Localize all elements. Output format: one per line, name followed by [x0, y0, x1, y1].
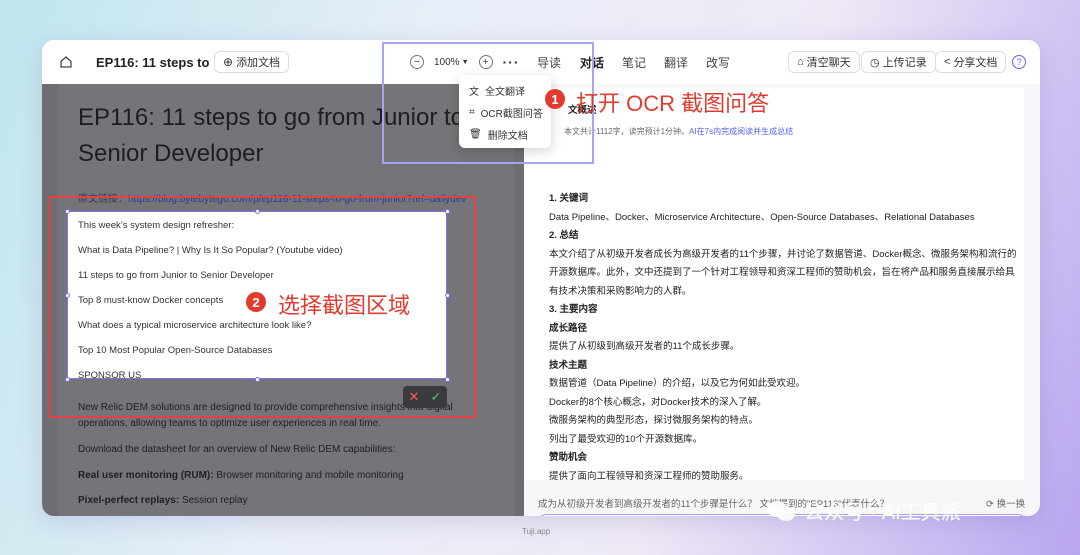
summary-line: 开源数据库。此外，文中还提到了一个针对工程领导和资深工程师的赞助机会，旨在将产品…	[549, 267, 1015, 278]
add-document-button[interactable]: ⊕ 添加文档	[214, 51, 290, 73]
wechat-icon	[767, 500, 795, 521]
clock-icon: ◷	[870, 56, 880, 69]
upload-record-button[interactable]: ◷ 上传记录	[861, 51, 936, 73]
menu-label: 全文翻译	[485, 87, 525, 98]
tech-line: 数据管道（Data Pipeline）的介绍，以及它为何如此受欢迎。	[549, 378, 806, 389]
menu-item-delete[interactable]: 🗑 删除文档	[469, 127, 528, 142]
plus-icon: ⊕	[223, 55, 234, 69]
help-glyph: ?	[1012, 55, 1026, 69]
keywords-text: Data Pipeline、Docker、Microservice Archit…	[549, 212, 975, 223]
upload-record-label: 上传记录	[882, 57, 927, 69]
watermark-text: 公众号 · AI工具派	[804, 502, 961, 524]
share-icon: <	[944, 56, 951, 68]
share-label: 分享文档	[953, 57, 998, 69]
summary-line: 有技术决策和采购影响力的人群。	[549, 286, 692, 297]
step2-annotation: 选择截图区域	[278, 293, 411, 318]
summary-line: 本文介绍了从初级开发者成长为高级开发者的11个步骤，并讨论了数据管道、Docke…	[549, 249, 1017, 260]
refresh-button[interactable]: ⟳ 换一换	[986, 496, 1025, 510]
refresh-icon: ⟳	[986, 499, 997, 510]
footer-tag: Tuji.app	[522, 527, 551, 536]
more-menu: 文全文翻译 ⌗ OCR截图问答 🗑 删除文档	[459, 75, 551, 148]
trash-icon: 🗑	[469, 129, 482, 140]
translate-icon: 文	[469, 87, 479, 98]
menu-label: 删除文档	[487, 131, 528, 142]
tech-line: 微服务架构的典型形态，探讨微服务架构的特点。	[549, 415, 759, 426]
chat-panel: 文概述 本文共计1112字，读完预计1分钟。AI在7s内完成阅读并生成总结 1.…	[524, 84, 1040, 516]
document-title: EP116: 11 steps to ...	[96, 54, 224, 70]
paragraph-datasheet: Download the datasheet for an overview o…	[78, 444, 396, 455]
rum-label: Real user monitoring (RUM):	[78, 470, 214, 481]
step-badge: 1	[545, 89, 565, 109]
paragraph-pixel: Pixel-perfect replays: Session replay	[78, 493, 498, 509]
paragraph-rum: Real user monitoring (RUM): Browser moni…	[78, 468, 498, 484]
pixel-label: Pixel-perfect replays:	[78, 495, 180, 506]
growth-text: 提供了从初级到高级开发者的11个成长步骤。	[549, 341, 740, 352]
watermark: 公众号 · AI工具派	[766, 496, 961, 525]
section-keywords: 1. 关键词	[549, 193, 589, 204]
crop-icon: ⌗	[469, 107, 475, 118]
refresh-label: 换一换	[996, 499, 1026, 510]
help-icon[interactable]: ?	[1012, 40, 1026, 84]
meta-link: AI在7s内完成阅读并生成总结	[689, 127, 794, 136]
tab-translate[interactable]: 翻译	[664, 40, 688, 84]
rum-text: Browser monitoring and mobile monitoring	[213, 470, 404, 481]
sponsor-text: 提供了面向工程领导和资深工程师的赞助服务。	[549, 471, 749, 482]
section-summary: 2. 总结	[549, 230, 579, 241]
menu-item-ocr[interactable]: ⌗ OCR截图问答	[469, 105, 543, 120]
section-main-content: 3. 主要内容	[549, 304, 598, 315]
tech-title: 技术主题	[549, 360, 588, 371]
sponsor-title: 赞助机会	[549, 452, 588, 463]
step-badge: 2	[246, 292, 266, 312]
menu-label: OCR截图问答	[480, 109, 543, 120]
summary-meta: 本文共计1112字，读完预计1分钟。AI在7s内完成阅读并生成总结	[564, 126, 793, 137]
tech-line: 列出了最受欢迎的10个开源数据库。	[549, 434, 703, 445]
add-document-label: 添加文档	[236, 57, 281, 69]
clear-chat-label: 清空聊天	[806, 57, 851, 69]
menu-item-translate[interactable]: 文全文翻译	[469, 83, 525, 98]
tech-line: Docker的8个核心概念，对Docker技术的深入了解。	[549, 397, 767, 408]
home-icon[interactable]	[56, 40, 76, 84]
tab-notes[interactable]: 笔记	[622, 40, 646, 84]
pixel-text: Session replay	[179, 495, 248, 506]
growth-title: 成长路径	[549, 323, 588, 334]
step1-annotation: 打开 OCR 截图问答	[576, 91, 770, 116]
broom-icon: ⌂	[797, 56, 804, 68]
summary-card: 文概述 本文共计1112字，读完预计1分钟。AI在7s内完成阅读并生成总结 1.…	[524, 88, 1024, 482]
share-document-button[interactable]: < 分享文档	[935, 51, 1007, 73]
tab-rewrite[interactable]: 改写	[706, 40, 730, 84]
clear-chat-button[interactable]: ⌂ 清空聊天	[788, 51, 860, 73]
